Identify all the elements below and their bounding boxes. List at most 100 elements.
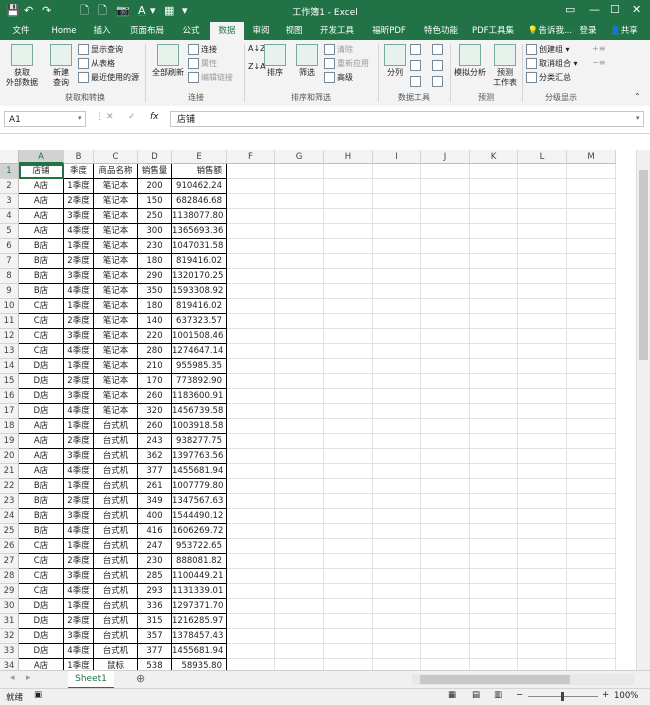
cell[interactable]: 200 xyxy=(138,179,172,194)
cell[interactable]: 285 xyxy=(138,569,172,584)
cell[interactable] xyxy=(227,479,275,494)
cell[interactable] xyxy=(421,629,470,644)
cell[interactable] xyxy=(324,239,373,254)
cell[interactable]: 230 xyxy=(138,239,172,254)
cell[interactable]: 58935.80 xyxy=(172,659,227,670)
cell[interactable]: 1季度 xyxy=(64,539,94,554)
cell[interactable]: 320 xyxy=(138,404,172,419)
cell[interactable]: 台式机 xyxy=(94,479,138,494)
cell[interactable] xyxy=(567,644,616,659)
name-box[interactable]: A1 xyxy=(4,111,86,127)
cell[interactable] xyxy=(324,194,373,209)
what-if-analysis-button[interactable]: 模拟分析 xyxy=(452,44,488,78)
cell[interactable]: 1455681.94 xyxy=(172,644,227,659)
column-header-i[interactable]: I xyxy=(373,150,421,164)
row-header[interactable]: 15 xyxy=(0,374,19,389)
cell[interactable] xyxy=(324,269,373,284)
cell[interactable] xyxy=(567,584,616,599)
cell[interactable]: 1季度 xyxy=(64,479,94,494)
consolidate-icon[interactable] xyxy=(432,44,445,55)
cell[interactable]: 4季度 xyxy=(64,284,94,299)
cell[interactable]: 3季度 xyxy=(64,629,94,644)
cell[interactable]: 150 xyxy=(138,194,172,209)
cell[interactable] xyxy=(373,179,421,194)
cell[interactable] xyxy=(421,254,470,269)
cell[interactable]: B店 xyxy=(19,269,64,284)
cell[interactable] xyxy=(373,299,421,314)
cell[interactable]: 261 xyxy=(138,479,172,494)
filter-button[interactable]: 筛选 xyxy=(294,44,320,78)
cell[interactable]: 2季度 xyxy=(64,254,94,269)
cell[interactable]: 1365693.36 xyxy=(172,224,227,239)
cell[interactable] xyxy=(373,584,421,599)
cell[interactable] xyxy=(275,584,324,599)
add-sheet-icon[interactable]: ⊕ xyxy=(136,672,145,685)
cell[interactable]: 1季度 xyxy=(64,659,94,670)
cell[interactable] xyxy=(470,374,518,389)
cell[interactable]: 1007779.80 xyxy=(172,479,227,494)
cell[interactable] xyxy=(373,449,421,464)
zoom-slider-thumb[interactable] xyxy=(561,692,564,701)
cell[interactable] xyxy=(421,464,470,479)
row-header[interactable]: 10 xyxy=(0,299,19,314)
cell[interactable]: 1544490.12 xyxy=(172,509,227,524)
cell[interactable] xyxy=(227,359,275,374)
cell[interactable] xyxy=(275,509,324,524)
cell[interactable] xyxy=(324,209,373,224)
cell[interactable]: 笔记本 xyxy=(94,284,138,299)
cell[interactable] xyxy=(324,614,373,629)
cell[interactable] xyxy=(275,599,324,614)
cell[interactable] xyxy=(567,614,616,629)
cell[interactable]: 笔记本 xyxy=(94,314,138,329)
cell[interactable] xyxy=(227,434,275,449)
forecast-sheet-button[interactable]: 预测 工作表 xyxy=(490,44,520,88)
cell[interactable] xyxy=(275,314,324,329)
cell[interactable] xyxy=(421,614,470,629)
cell[interactable] xyxy=(567,479,616,494)
cell[interactable] xyxy=(518,599,567,614)
cell[interactable] xyxy=(567,449,616,464)
cell[interactable] xyxy=(421,359,470,374)
cell[interactable]: 笔记本 xyxy=(94,209,138,224)
from-table-button[interactable]: 从表格 xyxy=(78,58,115,69)
cell[interactable] xyxy=(373,494,421,509)
cell[interactable]: 2季度 xyxy=(64,194,94,209)
row-header[interactable]: 30 xyxy=(0,599,19,614)
cell[interactable]: 笔记本 xyxy=(94,239,138,254)
cell[interactable]: 350 xyxy=(138,284,172,299)
cell[interactable] xyxy=(324,164,373,179)
cell[interactable] xyxy=(227,284,275,299)
row-header[interactable]: 27 xyxy=(0,554,19,569)
cell[interactable] xyxy=(421,404,470,419)
cell[interactable]: 247 xyxy=(138,539,172,554)
cell[interactable]: 台式机 xyxy=(94,494,138,509)
cell[interactable]: 1季度 xyxy=(64,359,94,374)
cell[interactable]: B店 xyxy=(19,254,64,269)
cell[interactable]: 3季度 xyxy=(64,389,94,404)
cell[interactable] xyxy=(518,179,567,194)
cell[interactable]: 1季度 xyxy=(64,299,94,314)
cell[interactable]: D店 xyxy=(19,374,64,389)
cell[interactable] xyxy=(373,374,421,389)
cell[interactable]: 台式机 xyxy=(94,419,138,434)
cell[interactable]: A店 xyxy=(19,434,64,449)
cell[interactable]: 400 xyxy=(138,509,172,524)
cell[interactable] xyxy=(567,329,616,344)
cell[interactable] xyxy=(373,329,421,344)
row-header[interactable]: 17 xyxy=(0,404,19,419)
cell[interactable] xyxy=(227,329,275,344)
cell[interactable]: 1季度 xyxy=(64,179,94,194)
cell[interactable] xyxy=(275,494,324,509)
cell[interactable] xyxy=(227,299,275,314)
cell[interactable]: 4季度 xyxy=(64,224,94,239)
cell[interactable] xyxy=(567,209,616,224)
cell[interactable] xyxy=(518,254,567,269)
tab-developer[interactable]: 开发工具 xyxy=(314,22,360,40)
cell[interactable]: 538 xyxy=(138,659,172,670)
cell[interactable] xyxy=(421,554,470,569)
cell[interactable] xyxy=(373,464,421,479)
active-cell[interactable]: 店铺 xyxy=(19,164,64,179)
cell[interactable] xyxy=(275,209,324,224)
cell[interactable] xyxy=(518,269,567,284)
cell[interactable] xyxy=(324,254,373,269)
